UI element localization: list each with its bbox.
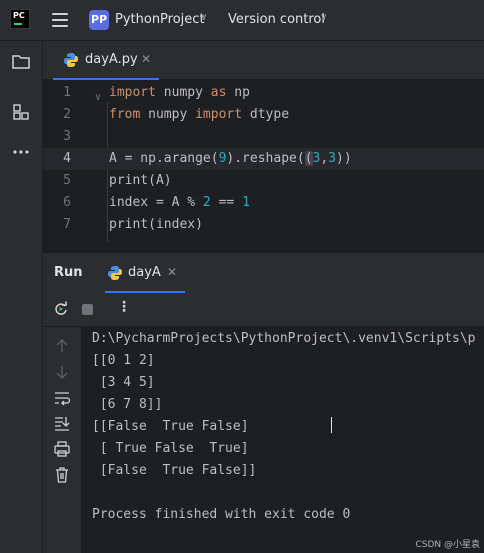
more-icon[interactable] bbox=[11, 142, 31, 162]
console-line: [False True False]] bbox=[92, 463, 257, 478]
code-text: from numpy import dtype bbox=[109, 107, 290, 122]
code-line[interactable]: 3 bbox=[43, 126, 484, 148]
main-menu-icon[interactable] bbox=[52, 13, 68, 27]
code-line[interactable]: 2 from numpy import dtype bbox=[43, 104, 484, 126]
console-line: D:\PycharmProjects\PythonProject\.venv1\… bbox=[92, 331, 476, 346]
console-line: [3 4 5] bbox=[92, 375, 155, 390]
line-number: 2 bbox=[63, 107, 71, 122]
folder-icon[interactable] bbox=[11, 52, 31, 72]
editor-tab-bar: dayA.py ✕ bbox=[43, 41, 484, 80]
line-number: 5 bbox=[63, 173, 71, 188]
run-tab-label: dayA bbox=[128, 265, 161, 280]
title-bar: PC PP PythonProject ∨ Version control ∨ bbox=[0, 0, 484, 41]
console-line: [6 7 8]] bbox=[92, 397, 163, 412]
pycharm-logo-icon[interactable]: PC bbox=[10, 9, 30, 29]
arrow-down-icon[interactable] bbox=[53, 363, 71, 381]
watermark: CSDN @小星袁 bbox=[415, 540, 480, 550]
run-panel-header: Run dayA ✕ bbox=[43, 252, 484, 293]
console-line: [[False True False] bbox=[92, 419, 249, 434]
code-line[interactable]: 1 ∨ import numpy as np bbox=[43, 82, 484, 104]
project-badge[interactable]: PP bbox=[89, 10, 109, 30]
line-number: 3 bbox=[63, 129, 71, 144]
code-text: print(index) bbox=[109, 217, 203, 232]
code-text: index = A % 2 == 1 bbox=[109, 195, 250, 210]
logo-bar bbox=[14, 23, 22, 25]
tool-strip bbox=[0, 41, 43, 553]
process-finished-message: Process finished with exit code 0 bbox=[92, 507, 351, 522]
python-file-icon bbox=[64, 53, 78, 67]
console-side-toolbar bbox=[43, 327, 81, 553]
print-icon[interactable] bbox=[53, 440, 71, 458]
code-line-current[interactable]: 4 A = np.arange(9).reshape((3,3)) bbox=[43, 148, 484, 170]
line-number: 7 bbox=[63, 217, 71, 232]
close-icon[interactable]: ✕ bbox=[141, 52, 151, 66]
code-text: A = np.arange(9).reshape((3,3)) bbox=[109, 151, 352, 166]
console-line: [ True False True] bbox=[92, 441, 249, 456]
console-output[interactable]: D:\PycharmProjects\PythonProject\.venv1\… bbox=[82, 327, 484, 553]
trash-icon[interactable] bbox=[53, 466, 71, 484]
stop-icon[interactable] bbox=[82, 304, 93, 315]
tab-dayA-py[interactable]: dayA.py ✕ bbox=[53, 41, 193, 80]
code-line[interactable]: 6 index = A % 2 == 1 bbox=[43, 192, 484, 214]
code-line[interactable]: 7 print(index) bbox=[43, 214, 484, 236]
line-number: 4 bbox=[63, 151, 71, 166]
text-caret bbox=[331, 417, 332, 433]
arrow-up-icon[interactable] bbox=[53, 337, 71, 355]
run-toolbar: ⋮ bbox=[43, 293, 484, 327]
tab-label: dayA.py bbox=[85, 52, 138, 67]
python-file-icon bbox=[108, 266, 122, 280]
code-text: import numpy as np bbox=[109, 85, 250, 100]
rerun-icon[interactable] bbox=[53, 301, 69, 317]
console-line: [[0 1 2] bbox=[92, 353, 155, 368]
line-number: 1 bbox=[63, 85, 71, 100]
version-control-menu[interactable]: Version control bbox=[228, 12, 325, 27]
line-number: 6 bbox=[63, 195, 71, 210]
run-panel-title: Run bbox=[54, 265, 83, 280]
code-editor[interactable]: 1 ∨ import numpy as np 2 from numpy impo… bbox=[43, 80, 484, 250]
soft-wrap-icon[interactable] bbox=[53, 389, 71, 407]
scroll-to-end-icon[interactable] bbox=[53, 414, 71, 432]
project-name[interactable]: PythonProject bbox=[115, 12, 205, 27]
chevron-down-icon[interactable]: ∨ bbox=[200, 12, 207, 23]
structure-icon[interactable] bbox=[11, 102, 31, 122]
logo-text: PC bbox=[13, 11, 25, 20]
code-text: print(A) bbox=[109, 173, 172, 188]
chevron-down-icon[interactable]: ∨ bbox=[320, 12, 327, 23]
more-vertical-icon[interactable]: ⋮ bbox=[117, 299, 131, 315]
code-line[interactable]: 5 print(A) bbox=[43, 170, 484, 192]
run-tab-dayA[interactable]: dayA ✕ bbox=[105, 253, 185, 293]
close-icon[interactable]: ✕ bbox=[167, 265, 177, 279]
